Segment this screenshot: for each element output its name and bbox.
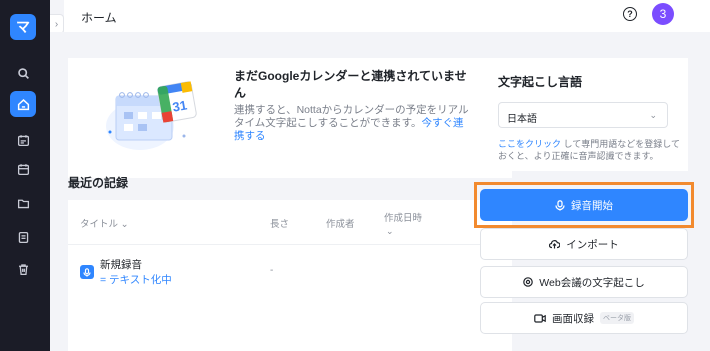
calendar-check-icon[interactable]	[10, 127, 36, 153]
record-length: -	[270, 265, 274, 276]
calendar-connect-banner: 31 まだGoogleカレンダーと連携されていません 連携すると、Nottaから…	[68, 58, 512, 178]
column-creator: 作成者	[326, 219, 355, 230]
record-status: = テキスト化中	[100, 274, 172, 286]
column-created[interactable]: 作成日時	[384, 210, 422, 224]
language-panel: 文字起こし言語 日本語 ⌄ ここをクリック して専門用語などを登録しておくと、よ…	[480, 58, 688, 171]
web-meeting-button[interactable]: Web会議の文字起こし	[480, 266, 688, 298]
microphone-icon	[555, 199, 565, 211]
import-button[interactable]: インポート	[480, 228, 688, 260]
language-note: ここをクリック して専門用語などを登録しておくと、より正確に音声認識できます。	[498, 139, 680, 161]
top-bar: ホーム ? 3	[64, 0, 710, 32]
web-meeting-label: Web会議の文字起こし	[539, 276, 645, 289]
language-select[interactable]: 日本語 ⌄	[498, 102, 668, 128]
note-icon[interactable]	[10, 224, 36, 250]
calendar-illustration-icon: 31	[106, 81, 197, 150]
app-logo[interactable]: マ	[10, 14, 36, 40]
calendar-day-number: 31	[171, 97, 188, 114]
records-table: タイトル ⌄ 長さ 作成者 作成日時 ⌄ 新規録音 = テキスト化中 -	[68, 200, 512, 351]
main-content: 31 まだGoogleカレンダーと連携されていません 連携すると、Nottaから…	[50, 32, 710, 351]
screen-record-label: 画面収録	[552, 312, 594, 325]
start-recording-label: 録音開始	[571, 199, 613, 212]
trash-icon[interactable]	[10, 256, 36, 282]
record-name[interactable]: 新規録音	[100, 257, 142, 272]
chevron-down-icon: ⌄	[649, 110, 657, 120]
microphone-icon	[80, 265, 94, 279]
web-meeting-icon	[523, 277, 534, 287]
search-icon[interactable]	[10, 60, 36, 86]
import-label: インポート	[566, 238, 619, 251]
table-row[interactable]: 新規録音 = テキスト化中 -	[68, 244, 512, 294]
chevron-right-icon: ›	[54, 18, 59, 30]
chevron-down-icon[interactable]: ⌄	[386, 226, 394, 237]
folder-icon[interactable]	[10, 190, 36, 216]
calendar-icon[interactable]	[10, 156, 36, 182]
sidebar-toggle-button[interactable]: ›	[50, 14, 64, 34]
home-icon[interactable]	[10, 91, 36, 117]
banner-body: 連携すると、Nottaからカレンダーの予定をリアルタイム文字起こしすることができ…	[234, 104, 469, 142]
screen-record-button[interactable]: 画面収録 ベータ版	[480, 302, 688, 334]
register-terms-link[interactable]: ここをクリック	[498, 139, 561, 149]
sidebar: マ	[0, 0, 50, 351]
banner-title: まだGoogleカレンダーと連携されていません	[234, 69, 467, 100]
avatar[interactable]: 3	[652, 3, 674, 25]
language-value: 日本語	[507, 114, 537, 125]
video-camera-icon	[534, 313, 546, 323]
page-title: ホーム	[81, 11, 117, 25]
beta-badge: ベータ版	[600, 312, 634, 324]
column-length: 長さ	[270, 219, 290, 230]
cloud-upload-icon	[549, 240, 561, 249]
help-icon[interactable]: ?	[623, 7, 637, 21]
language-panel-title: 文字起こし言語	[498, 75, 583, 89]
column-title[interactable]: タイトル ⌄	[80, 216, 129, 230]
start-recording-button[interactable]: 録音開始	[480, 189, 688, 221]
recent-records-title: 最近の記録	[68, 176, 129, 190]
